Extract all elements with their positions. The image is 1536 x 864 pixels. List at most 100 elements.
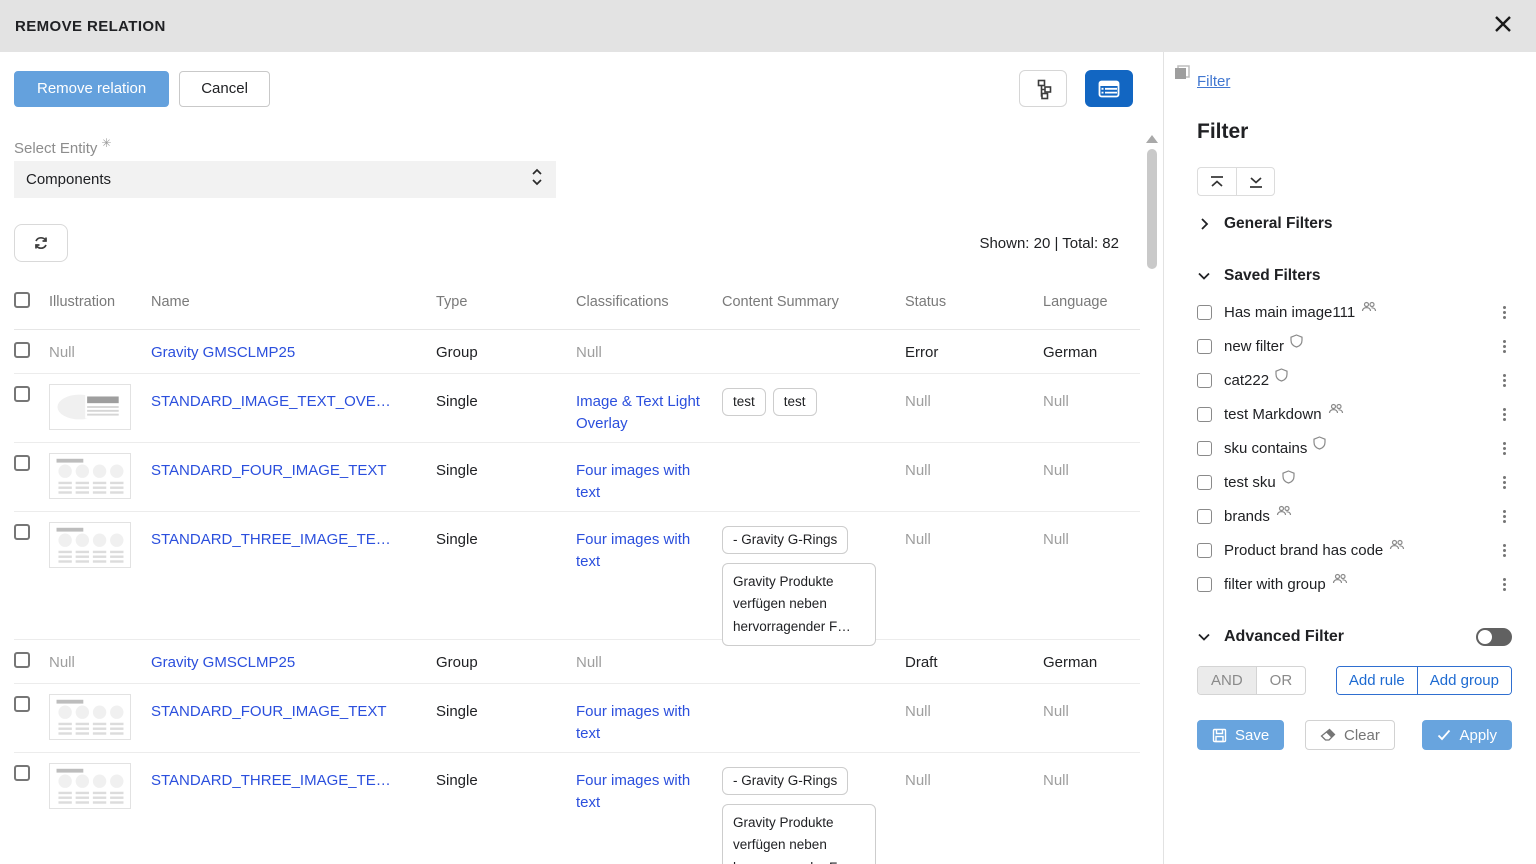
filter-checkbox[interactable]	[1197, 339, 1212, 354]
filter-checkbox[interactable]	[1197, 577, 1212, 592]
fold-buttons	[1197, 167, 1275, 196]
classification-link[interactable]: Four images with text	[576, 772, 690, 812]
filter-menu-button[interactable]	[1496, 474, 1512, 490]
filter-checkbox[interactable]	[1197, 407, 1212, 422]
language-cell: Null	[1043, 512, 1140, 646]
advanced-filter-section: Advanced Filter	[1197, 628, 1512, 646]
table-scrollbar[interactable]	[1146, 135, 1158, 864]
filter-menu-button[interactable]	[1496, 304, 1512, 320]
table-row: STANDARD_IMAGE_TEXT_OVE… Single Image & …	[14, 374, 1140, 443]
expand-all-button[interactable]	[1236, 167, 1275, 196]
general-filters-section[interactable]: General Filters	[1197, 215, 1333, 233]
name-link[interactable]: STANDARD_FOUR_IMAGE_TEXT	[151, 703, 387, 720]
classification-link[interactable]: Four images with text	[576, 531, 690, 571]
tree-view-button[interactable]	[1019, 70, 1067, 107]
filter-menu-button[interactable]	[1496, 338, 1512, 354]
saved-filters-section[interactable]: Saved Filters	[1197, 267, 1321, 285]
classification-link[interactable]: Four images with text	[576, 703, 690, 743]
filter-menu-button[interactable]	[1496, 406, 1512, 422]
name-link[interactable]: STANDARD_FOUR_IMAGE_TEXT	[151, 462, 387, 479]
filter-checkbox[interactable]	[1197, 441, 1212, 456]
select-all-checkbox[interactable]	[14, 292, 30, 308]
saved-filter-item: cat222	[1197, 363, 1512, 397]
content-summary-cell: - Gravity G-Rings Gravity Produkte verfü…	[722, 753, 905, 864]
scrollbar-thumb[interactable]	[1147, 149, 1157, 269]
add-group-button[interactable]: Add group	[1417, 667, 1511, 694]
type-cell: Group	[436, 640, 576, 683]
cancel-button[interactable]: Cancel	[179, 71, 270, 107]
four-image-thumbnail	[49, 453, 131, 499]
row-checkbox[interactable]	[14, 342, 30, 358]
close-icon	[1493, 14, 1513, 34]
table-row: Null Gravity GMSCLMP25 Group Null Error …	[14, 330, 1140, 374]
filter-checkbox[interactable]	[1197, 509, 1212, 524]
language-cell: Null	[1043, 443, 1140, 511]
filter-label: test sku	[1224, 474, 1276, 491]
shield-icon	[1313, 436, 1326, 450]
filter-label: cat222	[1224, 372, 1269, 389]
filter-menu-button[interactable]	[1496, 372, 1512, 388]
scroll-up-arrow-icon[interactable]	[1146, 135, 1158, 143]
main-panel: Remove relation Cancel	[0, 52, 1163, 864]
filter-actions: Save Clear Apply	[1197, 720, 1512, 750]
entity-select[interactable]: Components	[14, 161, 556, 198]
clear-button[interactable]: Clear	[1305, 720, 1395, 750]
content-summary-cell: - Gravity G-Rings Gravity Produkte verfü…	[722, 512, 905, 646]
col-status: Status	[905, 278, 1043, 329]
table-row: STANDARD_FOUR_IMAGE_TEXT Single Four ima…	[14, 684, 1140, 753]
filter-menu-button[interactable]	[1496, 508, 1512, 524]
apply-button[interactable]: Apply	[1422, 720, 1512, 750]
collapse-all-button[interactable]	[1197, 167, 1236, 196]
save-button[interactable]: Save	[1197, 720, 1284, 750]
advanced-filter-toggle[interactable]	[1476, 628, 1512, 646]
saved-filter-item: filter with group	[1197, 567, 1512, 601]
content-summary-cell	[722, 443, 905, 511]
row-checkbox[interactable]	[14, 386, 30, 402]
name-link[interactable]: STANDARD_IMAGE_TEXT_OVE…	[151, 393, 391, 410]
row-checkbox[interactable]	[14, 455, 30, 471]
close-button[interactable]	[1488, 9, 1518, 39]
row-checkbox[interactable]	[14, 765, 30, 781]
col-illustration: Illustration	[49, 278, 151, 329]
filter-menu-button[interactable]	[1496, 542, 1512, 558]
shield-icon	[1290, 334, 1303, 348]
refresh-button[interactable]	[14, 224, 68, 262]
operator-switch: AND OR	[1197, 666, 1306, 695]
language-cell: Null	[1043, 374, 1140, 442]
name-link[interactable]: Gravity GMSCLMP25	[151, 654, 295, 671]
chevron-down-icon	[1197, 630, 1211, 644]
group-icon	[1332, 573, 1348, 585]
filter-checkbox[interactable]	[1197, 305, 1212, 320]
row-checkbox[interactable]	[14, 696, 30, 712]
entity-select-value: Components	[26, 171, 111, 188]
saved-filters-list: Has main image111 new filter cat222	[1197, 295, 1512, 601]
name-link[interactable]: STANDARD_THREE_IMAGE_TE…	[151, 531, 391, 548]
or-button[interactable]: OR	[1256, 667, 1306, 694]
filter-checkbox[interactable]	[1197, 475, 1212, 490]
table-view-button[interactable]	[1085, 70, 1133, 107]
remove-relation-button[interactable]: Remove relation	[14, 71, 169, 107]
status-cell: Null	[905, 443, 1043, 511]
language-cell: German	[1043, 640, 1140, 683]
content-summary-cell	[722, 640, 905, 683]
row-checkbox[interactable]	[14, 524, 30, 540]
name-link[interactable]: Gravity GMSCLMP25	[151, 344, 295, 361]
row-checkbox[interactable]	[14, 652, 30, 668]
name-link[interactable]: STANDARD_THREE_IMAGE_TE…	[151, 772, 391, 789]
add-rule-button[interactable]: Add rule	[1337, 667, 1417, 694]
table-row: STANDARD_FOUR_IMAGE_TEXT Single Four ima…	[14, 443, 1140, 512]
filter-checkbox[interactable]	[1197, 373, 1212, 388]
classification-link[interactable]: Image & Text Light Overlay	[576, 393, 700, 433]
filter-panel-link[interactable]: Filter	[1197, 73, 1230, 90]
shield-icon	[1275, 368, 1288, 382]
filter-menu-button[interactable]	[1496, 576, 1512, 592]
summary-chip: - Gravity G-Rings	[722, 526, 848, 554]
status-cell: Null	[905, 512, 1043, 646]
filter-checkbox[interactable]	[1197, 543, 1212, 558]
status-cell: Null	[905, 684, 1043, 752]
and-button[interactable]: AND	[1198, 667, 1256, 694]
filter-menu-button[interactable]	[1496, 440, 1512, 456]
classification-link[interactable]: Four images with text	[576, 462, 690, 502]
status-cell: Null	[905, 753, 1043, 864]
content-summary-cell	[722, 330, 905, 373]
